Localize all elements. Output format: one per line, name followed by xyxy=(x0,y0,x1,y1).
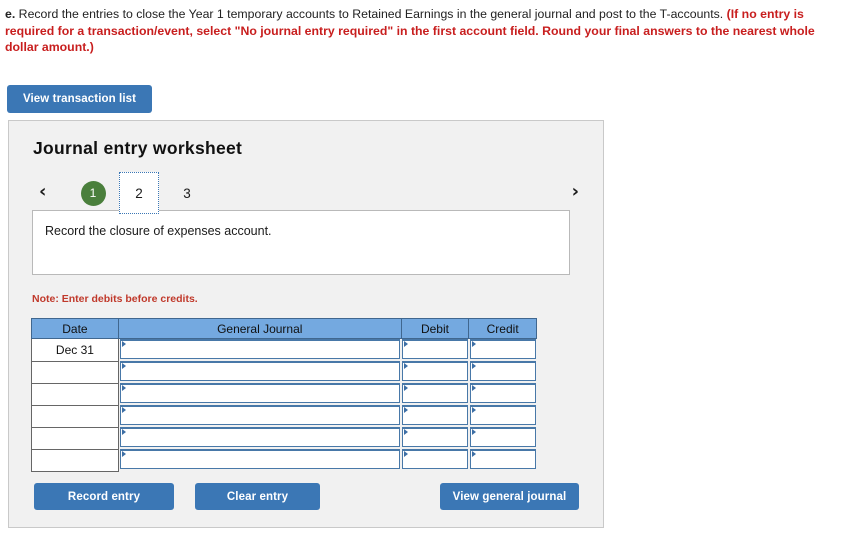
tab-entry-2-label: 2 xyxy=(135,185,143,201)
credit-cell[interactable] xyxy=(469,361,537,383)
record-entry-button[interactable]: Record entry xyxy=(34,483,174,510)
table-row: Dec 31 xyxy=(31,338,537,362)
debit-cell[interactable] xyxy=(401,449,469,471)
view-transaction-list-button[interactable]: View transaction list xyxy=(7,85,152,113)
tab-entry-3-label: 3 xyxy=(183,185,191,201)
worksheet-tabstrip: ‹ 1 2 3 › xyxy=(31,172,583,214)
debit-cell[interactable] xyxy=(401,361,469,383)
question-instructions: e. Record the entries to close the Year … xyxy=(5,6,847,56)
table-row xyxy=(31,361,537,384)
general-journal-input[interactable] xyxy=(119,427,401,447)
credit-input[interactable] xyxy=(469,339,536,359)
credit-cell[interactable] xyxy=(469,405,537,427)
debit-input[interactable] xyxy=(402,339,468,359)
tab-entry-1[interactable]: 1 xyxy=(73,175,113,211)
next-entry-icon[interactable]: › xyxy=(572,178,579,206)
general-journal-input[interactable] xyxy=(119,449,401,469)
column-header-credit: Credit xyxy=(468,318,537,339)
column-header-general-journal: General Journal xyxy=(117,318,402,339)
debit-input[interactable] xyxy=(402,449,468,469)
date-cell[interactable] xyxy=(31,383,119,406)
credit-input[interactable] xyxy=(469,427,536,447)
credit-cell[interactable] xyxy=(469,383,537,405)
date-cell[interactable] xyxy=(31,405,119,428)
debit-input[interactable] xyxy=(402,383,468,403)
column-header-date: Date xyxy=(31,318,119,339)
clear-entry-button[interactable]: Clear entry xyxy=(195,483,320,510)
general-journal-cell[interactable] xyxy=(118,383,401,405)
debit-input[interactable] xyxy=(402,405,468,425)
prev-entry-icon[interactable]: ‹ xyxy=(39,178,46,206)
debit-cell[interactable] xyxy=(401,405,469,427)
general-journal-cell[interactable] xyxy=(118,361,401,383)
debit-cell[interactable] xyxy=(401,427,469,449)
general-journal-cell[interactable] xyxy=(118,405,401,427)
credit-cell[interactable] xyxy=(469,449,537,471)
credit-cell[interactable] xyxy=(469,427,537,449)
credit-input[interactable] xyxy=(469,383,536,403)
credit-input[interactable] xyxy=(469,405,536,425)
date-cell[interactable] xyxy=(31,361,119,384)
tab-entry-1-label: 1 xyxy=(80,180,106,206)
table-row xyxy=(31,405,537,428)
general-journal-input[interactable] xyxy=(119,339,401,359)
debit-input[interactable] xyxy=(402,427,468,447)
entry-prompt-box: Record the closure of expenses account. xyxy=(32,210,570,275)
table-row xyxy=(31,449,537,472)
date-cell[interactable]: Dec 31 xyxy=(31,338,119,362)
question-text: Record the entries to close the Year 1 t… xyxy=(15,7,727,21)
credit-input[interactable] xyxy=(469,361,536,381)
entry-prompt-text: Record the closure of expenses account. xyxy=(45,224,272,238)
general-journal-input[interactable] xyxy=(119,405,401,425)
general-journal-cell[interactable] xyxy=(118,339,401,362)
view-general-journal-button[interactable]: View general journal xyxy=(440,483,579,510)
general-journal-input[interactable] xyxy=(119,383,401,403)
table-header-row: Date General Journal Debit Credit xyxy=(31,318,537,339)
debits-before-credits-note: Note: Enter debits before credits. xyxy=(32,293,198,305)
question-label: e. xyxy=(5,7,16,21)
journal-entry-worksheet-panel: Journal entry worksheet ‹ 1 2 3 › Record… xyxy=(8,120,604,528)
debit-cell[interactable] xyxy=(401,339,469,362)
table-row xyxy=(31,427,537,450)
general-journal-input[interactable] xyxy=(119,361,401,381)
tab-entry-3[interactable]: 3 xyxy=(167,175,207,211)
debit-input[interactable] xyxy=(402,361,468,381)
page-title: Journal entry worksheet xyxy=(33,138,243,158)
date-cell[interactable] xyxy=(31,427,119,450)
credit-cell[interactable] xyxy=(469,339,537,362)
date-cell[interactable] xyxy=(31,449,119,472)
journal-entry-table: Date General Journal Debit Credit Dec 31 xyxy=(31,318,537,472)
general-journal-cell[interactable] xyxy=(118,427,401,449)
tab-entry-2[interactable]: 2 xyxy=(119,172,159,214)
debit-cell[interactable] xyxy=(401,383,469,405)
credit-input[interactable] xyxy=(469,449,536,469)
general-journal-cell[interactable] xyxy=(118,449,401,471)
column-header-debit: Debit xyxy=(400,318,470,339)
table-row xyxy=(31,383,537,406)
